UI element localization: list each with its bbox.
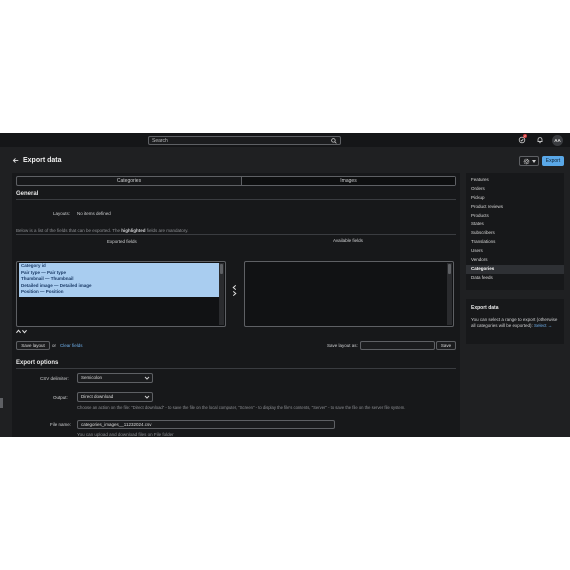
csv-delimiter-value: Semicolon (81, 375, 103, 380)
sidebar-item-features[interactable]: Features (466, 176, 564, 185)
settings-dropdown-button[interactable] (519, 156, 539, 166)
sidebar-item-pickup[interactable]: Pickup (466, 194, 564, 203)
chevron-down-icon (144, 376, 150, 380)
sidebar-item-users[interactable]: Users (466, 247, 564, 256)
sidebar-items: Features Orders Pickup Product reviews Produ… (466, 176, 564, 283)
layouts-value: No items defined (77, 211, 111, 216)
search-icon (331, 138, 337, 144)
section-general-title: General (16, 191, 39, 197)
move-right-icon[interactable] (232, 291, 237, 296)
notification-badge: 2 (523, 134, 527, 138)
info-box-title: Export data (471, 305, 499, 311)
user-avatar[interactable]: AA (552, 135, 563, 146)
tab-images[interactable]: Images (241, 177, 455, 185)
selected-fields: Category id Pair type — Pair type Thumbn… (19, 263, 219, 297)
search-input[interactable]: Search (148, 136, 341, 145)
file-name-input[interactable]: categories_images__11232024.csv (77, 420, 335, 429)
output-label: Output: (53, 395, 68, 400)
list-item[interactable]: Position — Position (19, 289, 219, 296)
export-data-info-box: Export data You can select a range to ex… (466, 299, 564, 344)
sidebar-item-orders[interactable]: Orders (466, 185, 564, 194)
output-select[interactable]: Direct download (77, 392, 153, 402)
output-value: Direct download (81, 394, 114, 399)
sidebar-item-subscribers[interactable]: Subscribers (466, 229, 564, 238)
sidebar-item-translations[interactable]: Translations (466, 238, 564, 247)
move-up-icon[interactable] (16, 329, 21, 334)
move-down-icon[interactable] (22, 329, 27, 334)
output-help-text: Choose an action on the file: "Direct do… (77, 405, 406, 410)
sidebar-item-products[interactable]: Products (466, 212, 564, 221)
exported-fields-header: Exported fields (107, 239, 137, 244)
or-label: or (52, 343, 57, 348)
scrollbar-thumb[interactable] (448, 264, 451, 274)
info-box-text: You can select a range to export (otherw… (471, 317, 558, 328)
app-window: Search 2 AA Export data Export Categorie… (0, 133, 570, 437)
list-item[interactable]: Category id (19, 263, 219, 270)
csv-delimiter-label: CSV delimiter: (40, 376, 69, 381)
divider (16, 368, 456, 369)
main-panel: Categories Images General Layouts: No it… (12, 173, 460, 437)
caret-down-icon (532, 160, 536, 163)
gear-icon (523, 158, 530, 165)
list-item[interactable]: Pair type — Pair type (19, 270, 219, 277)
scrollbar-thumb[interactable] (220, 264, 223, 274)
back-arrow-icon[interactable] (12, 157, 19, 164)
scrollbar[interactable] (447, 263, 452, 325)
section-export-options-title: Export options (16, 360, 59, 366)
scrollbar[interactable] (219, 263, 224, 325)
layouts-label: Layouts: (53, 211, 71, 216)
sidebar-item-categories[interactable]: Categories (466, 264, 564, 274)
save-button[interactable]: Save (436, 341, 456, 350)
move-left-icon[interactable] (232, 285, 237, 290)
sidebar-nav: Features Orders Pickup Product reviews Produ… (466, 173, 564, 290)
clear-fields-link[interactable]: Clear fields (60, 343, 83, 348)
exported-fields-list[interactable]: Category id Pair type — Pair type Thumbn… (16, 261, 226, 327)
csv-delimiter-select[interactable]: Semicolon (77, 373, 153, 383)
available-fields-list[interactable] (244, 261, 454, 327)
save-layout-as-label: Save layout as: (327, 343, 358, 348)
save-layout-button[interactable]: Save layout (16, 341, 50, 350)
collapse-handle[interactable] (0, 398, 3, 408)
bell-icon[interactable] (536, 136, 544, 144)
list-item[interactable]: Detailed image — Detailed image (19, 283, 219, 290)
top-bar: Search 2 AA (0, 133, 570, 147)
file-name-help-text: You can upload and download files on Fil… (77, 432, 174, 437)
file-name-label: File name: (50, 422, 72, 427)
export-button[interactable]: Export (542, 156, 564, 166)
sidebar-item-product-reviews[interactable]: Product reviews (466, 203, 564, 212)
list-item[interactable]: Thumbnail — Thumbnail (19, 276, 219, 283)
divider (16, 234, 456, 235)
sidebar-item-vendors[interactable]: Vendors (466, 256, 564, 265)
search-placeholder: Search (152, 138, 168, 144)
available-fields-header: Available fields (333, 238, 363, 243)
tab-categories[interactable]: Categories (17, 177, 241, 185)
sidebar-item-data-feeds[interactable]: Data feeds (466, 274, 564, 283)
sidebar-item-states[interactable]: States (466, 220, 564, 229)
layout-name-input[interactable] (360, 341, 435, 350)
page-title: Export data (23, 157, 62, 164)
fields-note: Below is a list of the fields that can b… (16, 228, 189, 233)
divider (16, 199, 456, 200)
chevron-down-icon (144, 395, 150, 399)
tab-bar: Categories Images (16, 176, 456, 186)
select-range-link[interactable]: Select → (534, 323, 552, 328)
